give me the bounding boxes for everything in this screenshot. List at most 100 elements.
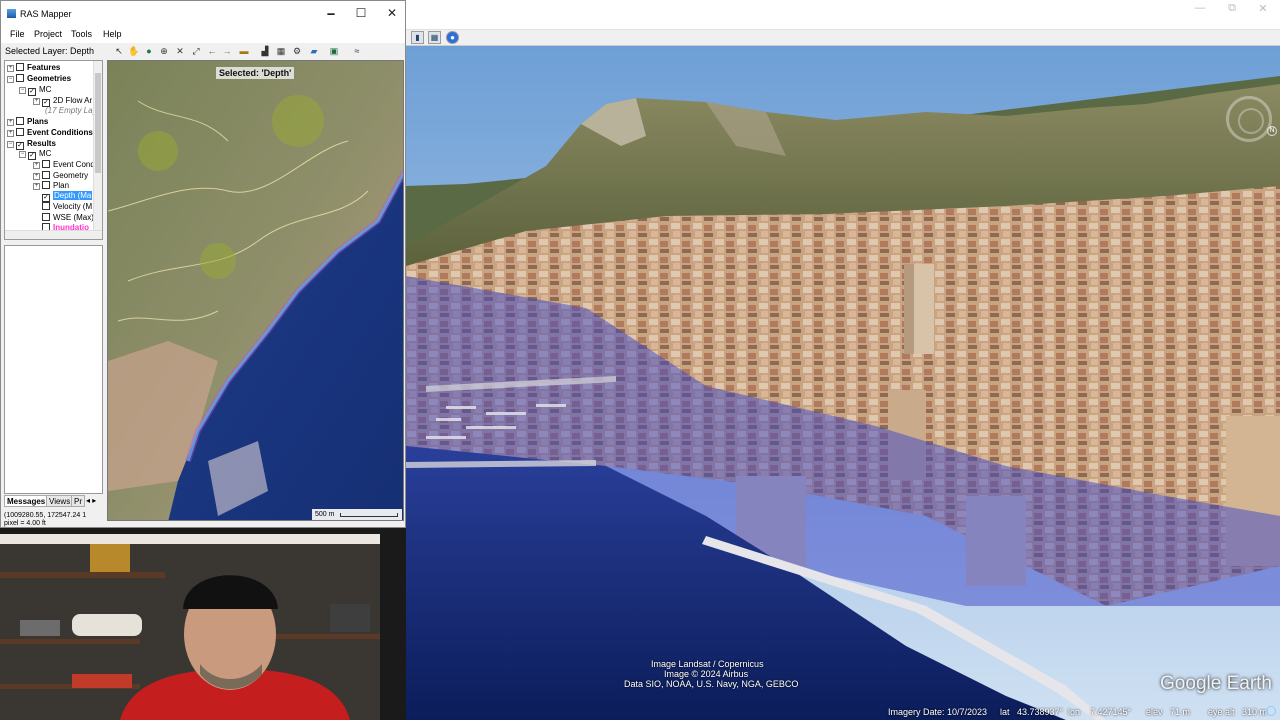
menu-tools[interactable]: Tools: [71, 29, 92, 39]
pointer-tool-icon[interactable]: ↖: [114, 46, 124, 56]
expand-icon[interactable]: +: [33, 162, 40, 169]
eye-alt-value: 310 m: [1242, 707, 1268, 717]
ras-close-button[interactable]: ✕: [377, 5, 405, 21]
ge-globe-icon[interactable]: ●: [446, 31, 459, 44]
coordinate-line-1: (1009280.55, 172547.24 1: [4, 512, 87, 519]
checkbox[interactable]: [16, 128, 24, 136]
tree-node-geometry[interactable]: + Geometry: [33, 171, 88, 181]
attribution-line-1: Image Landsat / Copernicus: [651, 659, 764, 669]
expand-icon[interactable]: +: [33, 98, 40, 105]
expand-icon[interactable]: +: [7, 130, 14, 137]
checkbox[interactable]: [42, 160, 50, 168]
profile-tool-icon[interactable]: ▟: [260, 46, 270, 56]
expand-icon[interactable]: +: [33, 183, 40, 190]
globe-tool-icon[interactable]: ●: [144, 46, 154, 56]
attribution-line-3: Data SIO, NOAA, U.S. Navy, NGA, GEBCO: [624, 679, 799, 689]
lat-label: lat: [1000, 707, 1010, 717]
query-tool-icon[interactable]: ⚙: [292, 46, 302, 56]
tree-node-features[interactable]: + Features: [7, 63, 60, 73]
tab-views[interactable]: Views: [46, 495, 74, 507]
checkbox[interactable]: [16, 63, 24, 71]
expand-icon[interactable]: +: [33, 173, 40, 180]
earth-3d-view[interactable]: N Image Landsat / Copernicus Image © 202…: [406, 46, 1280, 720]
collapse-icon[interactable]: −: [19, 87, 26, 94]
checkbox[interactable]: [16, 74, 24, 82]
google-earth-logo: Google Earth: [1160, 673, 1272, 694]
expand-icon[interactable]: +: [7, 65, 14, 72]
ras-menu-bar: File Project Tools Help: [1, 27, 405, 43]
coordinate-line-2: pixel = 4.00 ft: [4, 520, 46, 527]
checkbox[interactable]: [42, 213, 50, 221]
tree-node-velocity[interactable]: Velocity (M: [42, 202, 92, 212]
layer-tree: + Features − Geometries − ✓ MC + ✓ 2D Flow Ar …: [4, 60, 103, 240]
tree-node-wse[interactable]: WSE (Max): [42, 213, 94, 223]
tree-node-event-cond[interactable]: + Event Cond: [33, 160, 95, 170]
navigation-compass-ring[interactable]: [1226, 96, 1272, 142]
properties-panel: [4, 245, 103, 494]
ras-app-icon: [7, 9, 16, 18]
imagery-date: Imagery Date: 10/7/2023: [888, 707, 988, 717]
tree-node-depth[interactable]: ✓ Depth (Ma: [42, 191, 93, 202]
tab-properties[interactable]: Pr: [71, 495, 85, 507]
map-scale-bar: 500 m: [312, 509, 402, 520]
ge-tool-icon-1[interactable]: ▮: [411, 31, 424, 44]
ge-tool-icon-2[interactable]: ▦: [428, 31, 441, 44]
zoom-in-icon[interactable]: ⊕: [159, 46, 169, 56]
collapse-icon[interactable]: −: [7, 76, 14, 83]
north-indicator-icon[interactable]: N: [1267, 126, 1277, 136]
bottom-tabs: Messages Views Pr ◂ ▸: [4, 494, 103, 508]
tree-horizontal-scrollbar[interactable]: [5, 230, 102, 239]
collapse-icon[interactable]: −: [19, 151, 26, 158]
full-extent-icon[interactable]: ⤢: [191, 46, 201, 56]
ras-minimize-button[interactable]: 🗕: [316, 5, 346, 21]
checkbox-checked[interactable]: ✓: [28, 152, 36, 160]
menu-project[interactable]: Project: [34, 29, 62, 39]
export-tool-icon[interactable]: ▣: [329, 46, 339, 56]
checkbox-checked[interactable]: ✓: [42, 194, 50, 202]
expand-icon[interactable]: +: [7, 119, 14, 126]
menu-help[interactable]: Help: [103, 29, 122, 39]
tree-vertical-scrollbar[interactable]: [93, 61, 102, 231]
lon-value: 7.427145°: [1090, 707, 1132, 717]
checkbox[interactable]: [42, 171, 50, 179]
forward-arrow-icon[interactable]: →: [222, 46, 232, 56]
ge-minimize-button[interactable]: —: [1183, 2, 1217, 14]
menu-file[interactable]: File: [10, 29, 25, 39]
checkbox[interactable]: [16, 117, 24, 125]
tree-node-results[interactable]: − ✓ Results: [7, 139, 56, 150]
coordinate-readout: (1009280.55, 172547.24 1 pixel = 4.00 ft: [4, 512, 103, 527]
scrollbar-thumb[interactable]: [95, 73, 101, 173]
tree-node-geometries[interactable]: − Geometries: [7, 74, 71, 84]
layers-tool-icon[interactable]: ▰: [309, 46, 319, 56]
google-earth-title-bar: — ⧉ ✕: [406, 0, 1280, 30]
ras-window-title: RAS Mapper: [20, 9, 72, 19]
tree-node-geom-mc[interactable]: − ✓ MC: [19, 85, 51, 96]
checkbox-checked[interactable]: ✓: [28, 88, 36, 96]
tab-scroll-arrows[interactable]: ◂ ▸: [84, 495, 98, 507]
tree-node-plan[interactable]: + Plan: [33, 181, 69, 191]
ge-close-button[interactable]: ✕: [1246, 2, 1280, 15]
grid-tool-icon[interactable]: ▦: [276, 46, 286, 56]
measure-tool-icon[interactable]: ▬: [239, 46, 249, 56]
scale-bar-graphic: [340, 513, 398, 517]
tree-node-event-conditions[interactable]: + Event Conditions: [7, 128, 93, 138]
lat-value: 43.738937°: [1017, 707, 1064, 717]
pan-tool-icon[interactable]: ✋: [128, 46, 139, 56]
checkbox[interactable]: [42, 202, 50, 210]
tree-node-results-mc[interactable]: − ✓ MC: [19, 149, 51, 160]
collapse-icon[interactable]: −: [7, 141, 14, 148]
selected-layer-label: Selected Layer: Depth: [5, 46, 95, 56]
animation-tool-icon[interactable]: ≈: [352, 46, 362, 56]
tree-node-flow-area[interactable]: + ✓ 2D Flow Ar: [33, 96, 92, 107]
map-view[interactable]: Selected: 'Depth' 500 m: [107, 60, 404, 521]
back-arrow-icon[interactable]: ←: [207, 46, 217, 56]
checkbox[interactable]: [42, 181, 50, 189]
elev-label: elev: [1146, 707, 1163, 717]
attribution-line-2: Image © 2024 Airbus: [664, 669, 749, 679]
ras-maximize-button[interactable]: ☐: [346, 5, 376, 21]
zoom-extent-icon[interactable]: ✕: [175, 46, 185, 56]
tab-messages[interactable]: Messages: [4, 495, 49, 507]
ras-title-bar: RAS Mapper 🗕 ☐ ✕: [1, 1, 405, 27]
tree-node-plans[interactable]: + Plans: [7, 117, 48, 127]
ge-restore-button[interactable]: ⧉: [1215, 2, 1249, 15]
